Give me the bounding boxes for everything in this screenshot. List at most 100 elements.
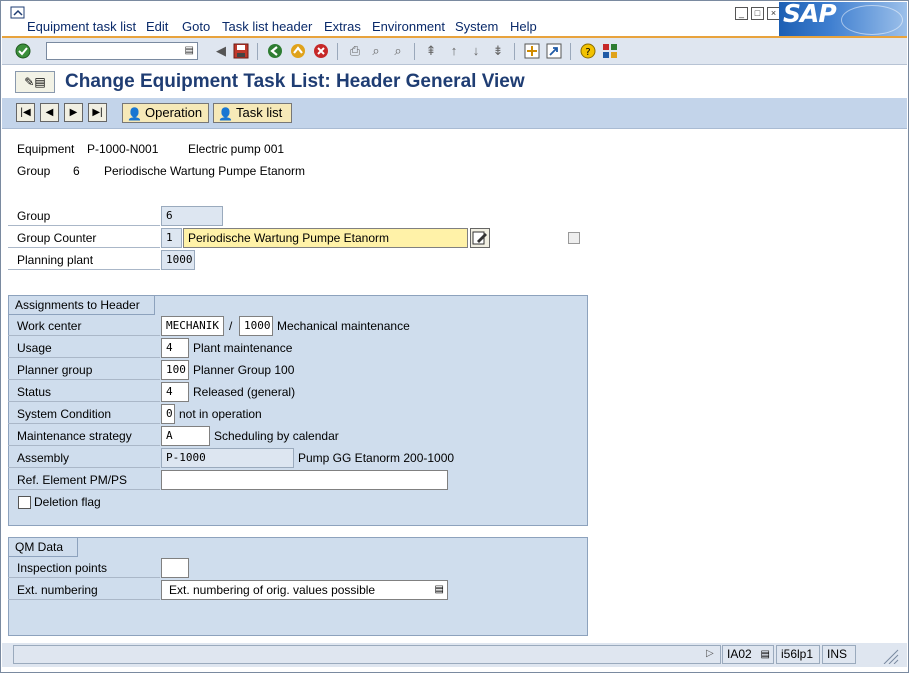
- transaction-icon: ✎▤: [15, 71, 55, 93]
- deletion-flag-checkbox[interactable]: [18, 496, 31, 509]
- operation-button-label: Operation: [145, 105, 203, 120]
- assignments-panel-title: Assignments to Header: [9, 296, 155, 315]
- group-counter-description-input[interactable]: Periodische Wartung Pumpe Etanorm: [183, 228, 468, 248]
- maintenance-strategy-label: Maintenance strategy: [8, 426, 160, 446]
- ref-element-input[interactable]: [161, 470, 448, 490]
- status-label: Status: [8, 382, 160, 402]
- planner-group-input[interactable]: 100: [161, 360, 189, 380]
- menu-equipment-task-list[interactable]: Equipment task list: [27, 19, 136, 34]
- maintenance-strategy-input[interactable]: A: [161, 426, 210, 446]
- status-insert-mode[interactable]: INS: [822, 645, 856, 664]
- system-condition-input[interactable]: 0: [161, 404, 175, 424]
- assembly-description: Pump GG Etanorm 200-1000: [298, 451, 455, 465]
- next-page-icon[interactable]: ↓: [468, 43, 484, 59]
- planner-group-description: Planner Group 100: [193, 363, 295, 377]
- status-expand-icon[interactable]: ▷: [706, 648, 714, 659]
- sap-logo: SAP: [779, 0, 907, 36]
- menu-system[interactable]: System: [455, 19, 498, 34]
- maximize-icon[interactable]: □: [751, 7, 764, 20]
- work-center-separator: /: [229, 319, 233, 333]
- task-list-button[interactable]: 👤 Task list: [213, 103, 292, 123]
- next-record-button[interactable]: ▶: [64, 103, 83, 122]
- menu-environment[interactable]: Environment: [372, 19, 445, 34]
- status-transaction[interactable]: IA02 ▤: [722, 645, 774, 664]
- session-info-icon[interactable]: ▤: [761, 646, 770, 663]
- toolbar-separator: [414, 43, 415, 60]
- ext-numbering-select[interactable]: Ext. numbering of orig. values possible …: [161, 580, 448, 600]
- ext-numbering-selected-value: Ext. numbering of orig. values possible: [169, 583, 376, 597]
- application-toolbar: |◀ ◀ ▶ ▶| 👤 Operation 👤 Task list: [2, 98, 907, 129]
- svg-text:?: ?: [585, 47, 590, 58]
- find-icon[interactable]: ⌕: [368, 43, 384, 59]
- sap-logo-text: SAP: [783, 0, 837, 28]
- previous-record-button[interactable]: ◀: [40, 103, 59, 122]
- previous-page-icon[interactable]: ↑: [446, 43, 462, 59]
- status-message-area: [13, 645, 721, 664]
- person-icon: 👤: [218, 107, 233, 121]
- find-next-icon[interactable]: ⌕: [390, 43, 406, 59]
- last-page-icon[interactable]: ⇟: [490, 43, 506, 59]
- menu-goto[interactable]: Goto: [182, 19, 210, 34]
- operation-button[interactable]: 👤 Operation: [122, 103, 209, 123]
- standard-toolbar: ▤ ◀ ⎙ ⌕ ⌕ ⇞ ↑ ↓ ⇟ ?: [2, 36, 907, 65]
- planning-plant-field: 1000: [161, 250, 195, 270]
- command-history-icon[interactable]: ▤: [185, 45, 194, 56]
- menu-help[interactable]: Help: [510, 19, 537, 34]
- assembly-label: Assembly: [8, 448, 160, 468]
- toolbar-separator: [514, 43, 515, 60]
- collapse-command-icon[interactable]: ◀: [213, 43, 229, 59]
- help-icon[interactable]: ?: [580, 43, 596, 59]
- planner-group-label: Planner group: [8, 360, 160, 380]
- work-center-description: Mechanical maintenance: [277, 319, 410, 333]
- logo-wave-decoration: [841, 5, 903, 35]
- shortcut-icon[interactable]: [546, 43, 562, 59]
- ref-element-label: Ref. Element PM/PS: [8, 470, 160, 490]
- dropdown-icon[interactable]: ▤: [435, 581, 444, 599]
- system-condition-description: not in operation: [179, 407, 262, 421]
- status-description: Released (general): [193, 385, 296, 399]
- cancel-icon[interactable]: [313, 43, 329, 59]
- status-server: i56lp1: [776, 645, 820, 664]
- system-menu-icon[interactable]: [10, 6, 26, 20]
- usage-input[interactable]: 4: [161, 338, 189, 358]
- system-condition-label: System Condition: [8, 404, 160, 424]
- header-group-label: Group: [17, 164, 51, 178]
- enter-icon[interactable]: [15, 43, 31, 59]
- create-session-icon[interactable]: [524, 43, 540, 59]
- status-transaction-code: IA02: [727, 647, 752, 661]
- exit-icon[interactable]: [290, 43, 306, 59]
- minimize-icon[interactable]: _: [735, 7, 748, 20]
- work-center-input[interactable]: MECHANIK: [161, 316, 224, 336]
- toolbar-separator: [257, 43, 258, 60]
- maintenance-strategy-description: Scheduling by calendar: [214, 429, 339, 443]
- equipment-label: Equipment: [17, 142, 75, 156]
- title-bar: ✎▤ Change Equipment Task List: Header Ge…: [2, 65, 907, 99]
- menu-extras[interactable]: Extras: [324, 19, 361, 34]
- equipment-description: Electric pump 001: [188, 142, 285, 156]
- print-icon[interactable]: ⎙: [347, 43, 363, 59]
- group-field: 6: [161, 206, 223, 226]
- long-text-indicator-checkbox: [568, 232, 580, 244]
- person-icon: 👤: [127, 107, 142, 121]
- work-center-plant-input[interactable]: 1000: [239, 316, 273, 336]
- page-title: Change Equipment Task List: Header Gener…: [65, 71, 525, 92]
- save-icon[interactable]: [233, 43, 249, 59]
- resize-grip-icon[interactable]: [878, 647, 900, 665]
- first-record-button[interactable]: |◀: [16, 103, 35, 122]
- group-counter-field: 1: [161, 228, 182, 248]
- customize-layout-icon[interactable]: [602, 43, 618, 59]
- usage-label: Usage: [8, 338, 160, 358]
- first-page-icon[interactable]: ⇞: [423, 43, 439, 59]
- toolbar-separator: [337, 43, 338, 60]
- menu-edit[interactable]: Edit: [146, 19, 168, 34]
- long-text-edit-icon[interactable]: [470, 228, 490, 248]
- header-group-description: Periodische Wartung Pumpe Etanorm: [104, 164, 305, 178]
- status-input[interactable]: 4: [161, 382, 189, 402]
- last-record-button[interactable]: ▶|: [88, 103, 107, 122]
- inspection-points-input[interactable]: [161, 558, 189, 578]
- menu-task-list-header[interactable]: Task list header: [222, 19, 312, 34]
- status-bar: ▷ IA02 ▤ i56lp1 INS: [2, 643, 907, 667]
- back-icon[interactable]: [267, 43, 283, 59]
- deletion-flag-label: Deletion flag: [34, 495, 101, 509]
- command-field[interactable]: ▤: [46, 42, 198, 60]
